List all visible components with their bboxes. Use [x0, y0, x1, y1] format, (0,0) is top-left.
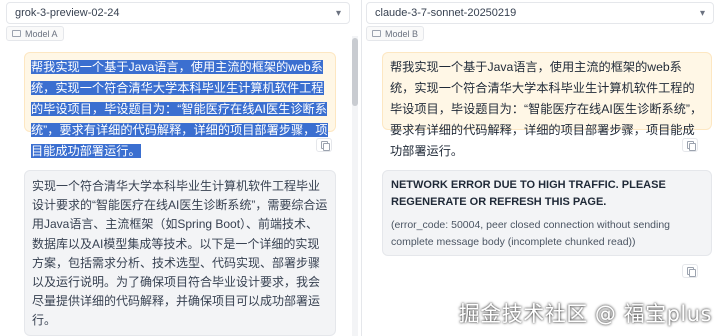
assistant-message: 实现一个符合清华大学本科毕业生计算机软件工程毕业设计要求的“智能医疗在线AI医生… [24, 170, 336, 336]
model-a-tag-label: Model A [25, 28, 58, 39]
model-b-name: claude-3-7-sonnet-20250219 [375, 7, 517, 19]
chevron-down-icon: ▾ [335, 7, 341, 19]
model-a-dropdown[interactable]: grok-3-preview-02-24 ▾ [6, 2, 350, 24]
user-message: 帮我实现一个基于Java语言，使用主流的框架的web系统，实现一个符合清华大学本… [24, 52, 336, 158]
scrollbar-thumb[interactable] [352, 38, 358, 106]
copy-icon[interactable] [316, 138, 332, 152]
error-title: NETWORK ERROR DUE TO HIGH TRAFFIC. PLEAS… [391, 179, 666, 208]
model-b-dropdown[interactable]: claude-3-7-sonnet-20250219 ▾ [366, 2, 714, 24]
copy-icon[interactable] [682, 138, 698, 152]
model-b-tag-label: Model B [385, 28, 419, 39]
user-message-text: 帮我实现一个基于Java语言，使用主流的框架的web系统，实现一个符合清华大学本… [390, 60, 703, 158]
model-a-name: grok-3-preview-02-24 [15, 7, 120, 19]
user-message-text[interactable]: 帮我实现一个基于Java语言，使用主流的框架的web系统，实现一个符合清华大学本… [31, 60, 328, 158]
error-message: NETWORK ERROR DUE TO HIGH TRAFFIC. PLEAS… [382, 170, 712, 256]
chat-icon [12, 30, 21, 37]
watermark: 掘金技术社区 @ 福宝plus [458, 302, 712, 326]
error-detail: (error_code: 50004, peer closed connecti… [391, 219, 671, 248]
copy-icon[interactable] [682, 264, 698, 278]
chat-icon [372, 30, 381, 37]
assistant-message-text: 实现一个符合清华大学本科毕业生计算机软件工程毕业设计要求的“智能医疗在线AI医生… [32, 179, 328, 328]
model-a-tag: Model A [6, 26, 64, 41]
model-b-pane: claude-3-7-sonnet-20250219 ▾ Model B 帮我实… [362, 0, 720, 336]
chevron-down-icon: ▾ [699, 7, 705, 19]
model-b-tag: Model B [366, 26, 425, 41]
model-a-pane: grok-3-preview-02-24 ▾ Model A 帮我实现一个基于J… [0, 0, 362, 336]
user-message: 帮我实现一个基于Java语言，使用主流的框架的web系统，实现一个符合清华大学本… [382, 52, 712, 158]
scrollbar[interactable] [352, 36, 358, 336]
